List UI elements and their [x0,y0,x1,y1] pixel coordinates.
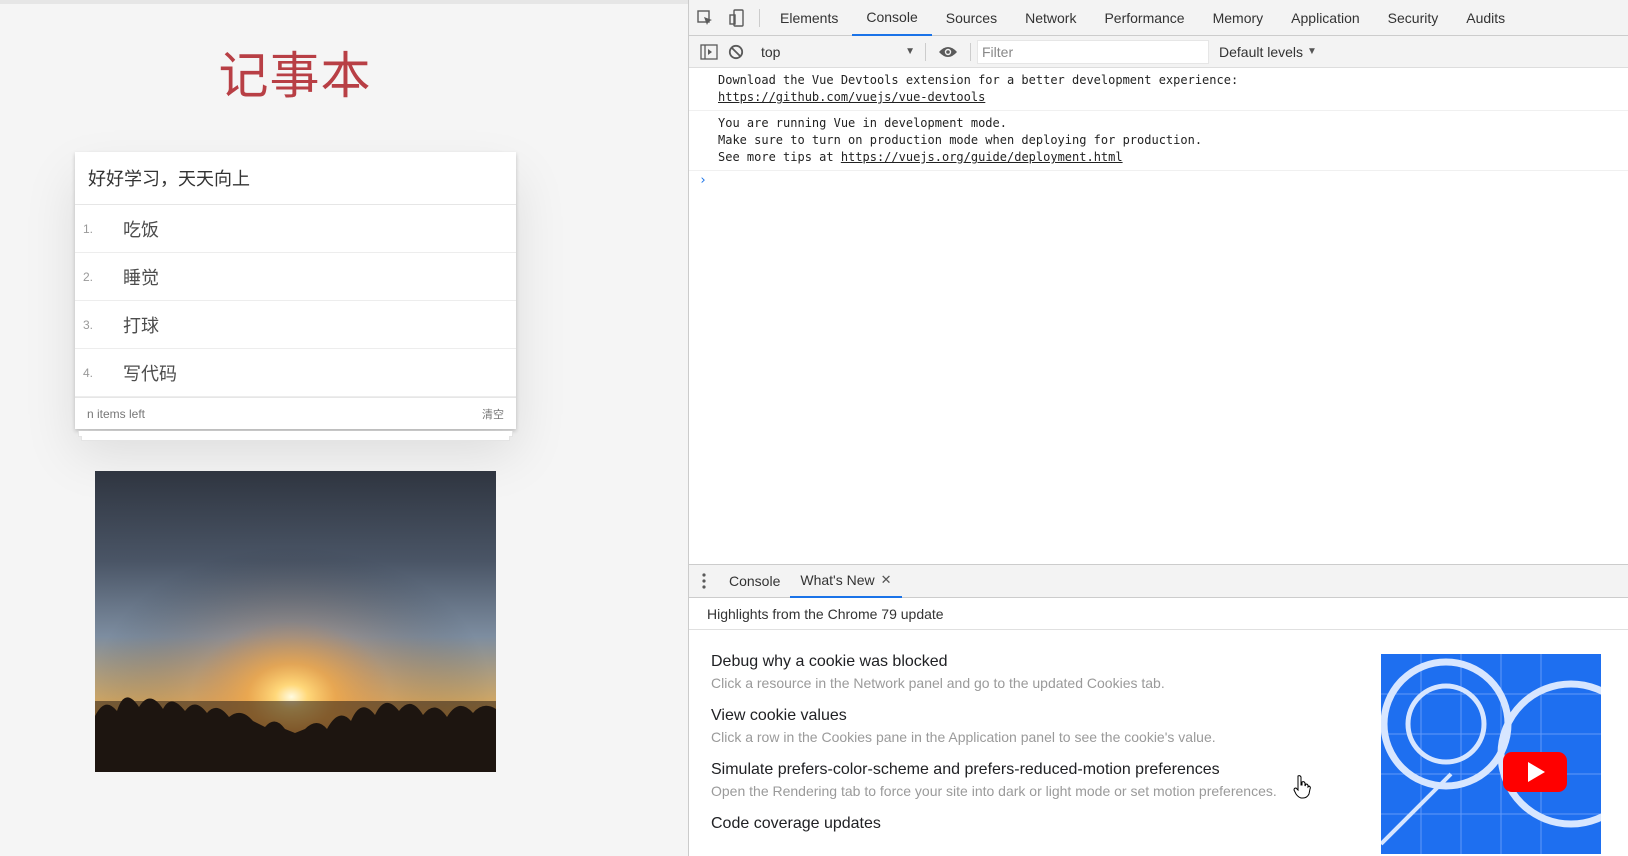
console-toolbar: top ▼ Default levels ▼ [689,36,1628,68]
console-message: Download the Vue Devtools extension for … [689,68,1628,111]
tab-console[interactable]: Console [852,0,932,36]
message-line: You are running Vue in development mode. [718,116,1007,130]
console-prompt[interactable]: › [689,171,1628,188]
inspect-element-icon[interactable] [689,0,721,36]
todo-text: 睡觉 [123,267,159,289]
message-line: Make sure to turn on production mode whe… [718,133,1203,147]
divider [970,42,971,61]
message-line: See more tips at [718,150,841,164]
devtools-panel: Elements Console Sources Network Perform… [688,0,1628,856]
todo-footer: n items left 清空 [75,397,516,429]
drawer-tab-label: What's New [800,572,875,588]
device-toolbar-icon[interactable] [721,0,753,36]
app-page: 记事本 1. 吃饭 2. 睡觉 3. 打球 4. 写代码 [0,0,688,856]
divider [759,8,760,27]
todo-text: 吃饭 [123,219,159,241]
filter-input[interactable] [977,39,1209,64]
context-selector[interactable]: top ▼ [757,41,919,63]
dropdown-arrow-icon: ▼ [905,46,915,57]
tab-security[interactable]: Security [1374,0,1453,36]
card-stack-shadow [81,436,510,441]
console-link[interactable]: https://vuejs.org/guide/deployment.html [841,150,1123,164]
tab-performance[interactable]: Performance [1090,0,1198,36]
tab-network[interactable]: Network [1011,0,1090,36]
more-options-icon[interactable] [689,564,719,598]
sidebar-toggle-icon[interactable] [697,38,721,66]
clear-console-icon[interactable] [721,38,751,66]
todo-list: 1. 吃饭 2. 睡觉 3. 打球 4. 写代码 [75,205,516,397]
todo-index: 2. [83,269,94,284]
tab-application[interactable]: Application [1277,0,1374,36]
drawer-tab-console[interactable]: Console [719,564,790,598]
tab-sources[interactable]: Sources [932,0,1011,36]
drawer-tabbar: Console What's New ✕ [689,564,1628,598]
todo-card: 1. 吃饭 2. 睡觉 3. 打球 4. 写代码 n items left [75,152,516,429]
console-link[interactable]: https://github.com/vuejs/vue-devtools [718,90,985,104]
sunset-image [95,471,496,772]
mouse-cursor-icon [1293,775,1311,804]
levels-label: Default levels [1219,43,1304,60]
tab-elements[interactable]: Elements [766,0,852,36]
screen: 记事本 1. 吃饭 2. 睡觉 3. 打球 4. 写代码 [0,0,1628,856]
todo-index: 1. [83,221,94,236]
page-title: 记事本 [218,47,372,105]
message-line: Download the Vue Devtools extension for … [718,73,1239,87]
tab-audits[interactable]: Audits [1452,0,1519,36]
dropdown-arrow-icon: ▼ [1307,46,1317,57]
todo-index: 3. [83,317,94,332]
divider [925,42,926,61]
list-item[interactable]: 4. 写代码 [75,349,516,397]
context-value: top [761,43,781,60]
close-icon[interactable]: ✕ [881,572,892,588]
todo-text: 打球 [123,315,159,337]
tab-memory[interactable]: Memory [1199,0,1278,36]
todo-text: 写代码 [123,363,177,385]
clear-button[interactable]: 清空 [482,406,504,422]
list-item[interactable]: 2. 睡觉 [75,253,516,301]
items-left-count: n items left [87,406,146,421]
console-output: Download the Vue Devtools extension for … [689,68,1628,564]
live-expression-eye-icon[interactable] [932,38,964,66]
todo-index: 4. [83,365,94,380]
drawer-tab-whats-new[interactable]: What's New ✕ [790,564,902,598]
whats-new-header: Highlights from the Chrome 79 update [689,598,1628,630]
new-todo-input[interactable] [75,152,516,205]
video-thumbnail[interactable] [1381,654,1601,854]
console-message: You are running Vue in development mode.… [689,111,1628,171]
list-item[interactable]: 3. 打球 [75,301,516,349]
log-levels-dropdown[interactable]: Default levels ▼ [1219,44,1317,60]
devtools-tabbar: Elements Console Sources Network Perform… [689,0,1628,36]
whats-new-content: Debug why a cookie was blocked Click a r… [689,630,1628,856]
list-item[interactable]: 1. 吃饭 [75,205,516,253]
